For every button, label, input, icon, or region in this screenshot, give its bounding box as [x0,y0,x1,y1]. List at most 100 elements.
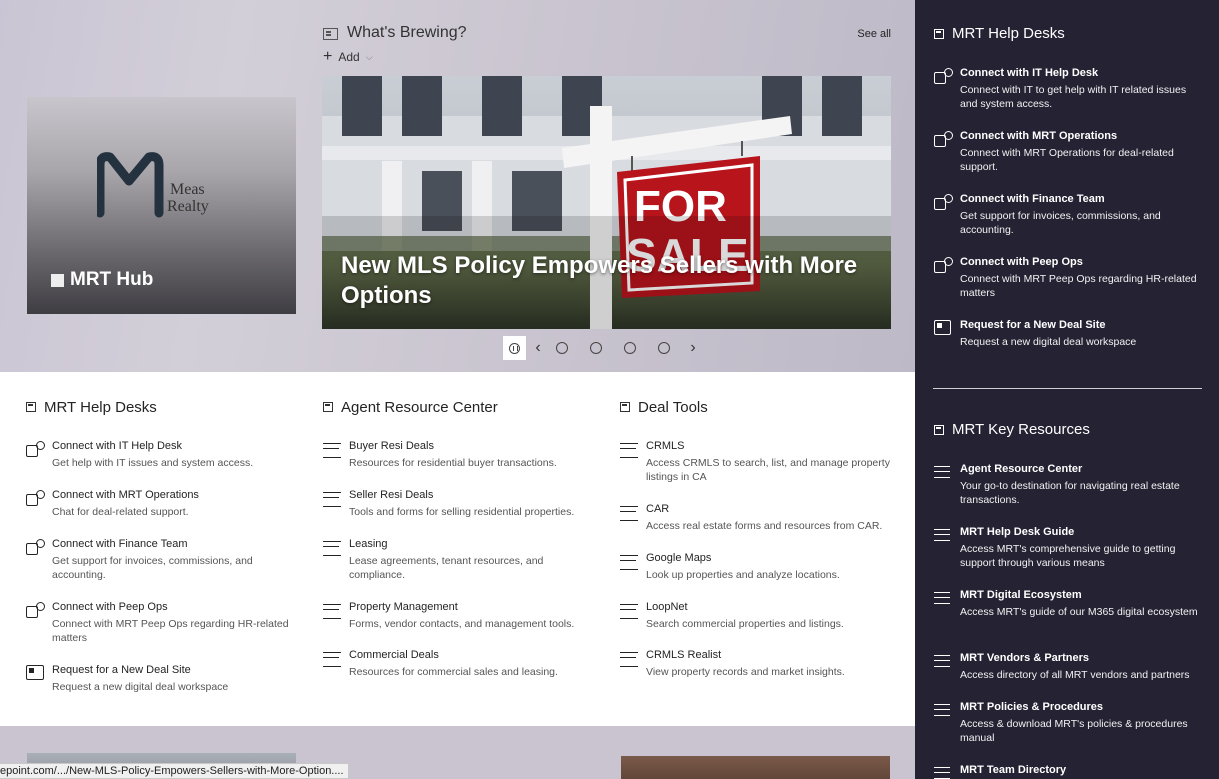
item-desc: Access directory of all MRT vendors and … [960,669,1190,681]
item-desc: Resources for commercial sales and leasi… [349,666,558,678]
item-title: Connect with Peep Ops [960,256,1083,268]
item-title: Connect with MRT Operations [52,489,199,501]
web-part-icon [26,402,36,412]
item-desc: Connect with MRT Operations for deal-rel… [960,147,1174,173]
hub-tile[interactable]: Meas Realty MRT Hub [27,97,296,314]
item-title: Seller Resi Deals [349,489,434,501]
item-desc: Search commercial properties and listing… [646,618,844,630]
news-carousel[interactable]: FOR SALE New MLS Policy Empowers Sellers… [322,76,891,329]
list-icon [934,466,950,478]
carousel-dot[interactable] [624,342,636,354]
carousel-dot[interactable] [556,342,568,354]
list-icon [934,767,950,779]
list-icon [323,443,341,458]
carousel-dot[interactable] [658,342,670,354]
logo-text-realty: Realty [167,198,209,215]
item-title: Request for a New Deal Site [960,319,1106,331]
web-part-icon [323,402,333,412]
divider [933,388,1202,389]
item-title: Google Maps [646,552,712,564]
news-icon [323,28,338,40]
list-icon [620,652,638,667]
item-title: MRT Team Directory [960,764,1067,776]
item-desc: View property records and market insight… [646,666,845,678]
site-icon [26,665,44,680]
news-header: What's Brewing? See all [323,24,891,44]
quick-links-section: MRT Help Desks Connect with IT Help Desk… [0,372,915,726]
deal-tools-header: Deal Tools [620,398,890,416]
side-help-desks-header: MRT Help Desks [934,25,1065,42]
help-desks-title: MRT Help Desks [44,398,157,416]
pause-button[interactable] [503,336,526,360]
item-desc: Access CRMLS to search, list, and manage… [646,457,890,483]
item-title: MRT Vendors & Partners [960,652,1089,664]
meas-realty-logo: Meas Realty [97,152,209,218]
item-desc: Access real estate forms and resources f… [646,520,883,532]
list-icon [323,652,341,667]
item-desc: Get support for invoices, commissions, a… [960,210,1161,236]
item-desc: Lease agreements, tenant resources, and … [349,555,544,581]
item-title: Leasing [349,538,388,550]
chevron-down-icon: ⌵ [365,51,373,62]
side-panel: MRT Help Desks Connect with IT Help Desk… [915,0,1219,779]
item-title: MRT Policies & Procedures [960,701,1104,713]
list-icon [620,506,638,521]
site-icon [934,320,951,335]
item-title: Connect with IT Help Desk [52,440,183,452]
agent-center-column: Agent Resource Center Buyer Resi Deals R… [323,398,593,678]
item-title: Agent Resource Center [960,463,1083,475]
item-desc: Tools and forms for selling residential … [349,506,575,518]
item-desc: Look up properties and analyze locations… [646,569,840,581]
list-icon [934,655,950,667]
deal-tools-column: Deal Tools CRMLS Access CRMLS to search,… [620,398,890,678]
item-title: Buyer Resi Deals [349,440,434,452]
item-desc: Connect with MRT Peep Ops regarding HR-r… [52,618,289,644]
item-desc: Chat for deal-related support. [52,506,189,518]
news-thumbnail[interactable] [621,756,890,779]
teams-icon [934,131,953,147]
teams-icon [26,441,45,457]
pause-icon [509,342,520,354]
item-title: CRMLS [646,440,685,452]
side-help-desks-title: MRT Help Desks [952,25,1065,42]
teams-icon [26,539,45,555]
list-icon [934,592,950,604]
add-label: Add [338,50,360,64]
item-desc: Access MRT's guide of our M365 digital e… [960,606,1198,618]
agent-center-header: Agent Resource Center [323,398,593,416]
news-title: What's Brewing? [347,24,467,41]
item-title: Connect with Finance Team [960,193,1105,205]
agent-center-title: Agent Resource Center [341,398,498,416]
list-icon [323,604,341,619]
side-key-resources-header: MRT Key Resources [934,421,1090,438]
web-part-icon [934,28,944,39]
list-icon [620,604,638,619]
item-title: Connect with MRT Operations [960,130,1118,142]
teams-icon [26,602,45,618]
help-desks-column: MRT Help Desks Connect with IT Help Desk… [26,398,296,693]
item-title: Property Management [349,601,458,613]
item-desc: Get help with IT issues and system acces… [52,457,254,469]
grid-icon [51,273,64,287]
slide-title[interactable]: New MLS Policy Empowers Sellers with Mor… [341,251,861,311]
item-title: MRT Digital Ecosystem [960,589,1082,601]
help-desks-header: MRT Help Desks [26,398,296,416]
deal-tools-title: Deal Tools [638,398,708,416]
hero-band: Meas Realty MRT Hub What's Brewing? See … [0,0,915,372]
item-desc: Connect with IT to get help with IT rela… [960,84,1187,110]
teams-icon [26,490,45,506]
list-icon [620,443,638,458]
logo-text-meas: Meas [170,181,205,198]
carousel-controls: ‹ › [503,336,701,360]
add-button[interactable]: + Add ⌵ [323,49,373,65]
see-all-link[interactable]: See all [857,28,891,40]
status-bar-url: epoint.com/.../New-MLS-Policy-Empowers-S… [0,763,349,779]
web-part-icon [620,402,630,412]
item-desc: Resources for residential buyer transact… [349,457,557,469]
item-title: MRT Help Desk Guide [960,526,1075,538]
hub-title[interactable]: MRT Hub [51,269,153,291]
side-key-resources-title: MRT Key Resources [952,421,1090,438]
chevron-right-icon[interactable]: › [685,339,701,357]
chevron-left-icon[interactable]: ‹ [530,339,546,357]
carousel-dot[interactable] [590,342,602,354]
